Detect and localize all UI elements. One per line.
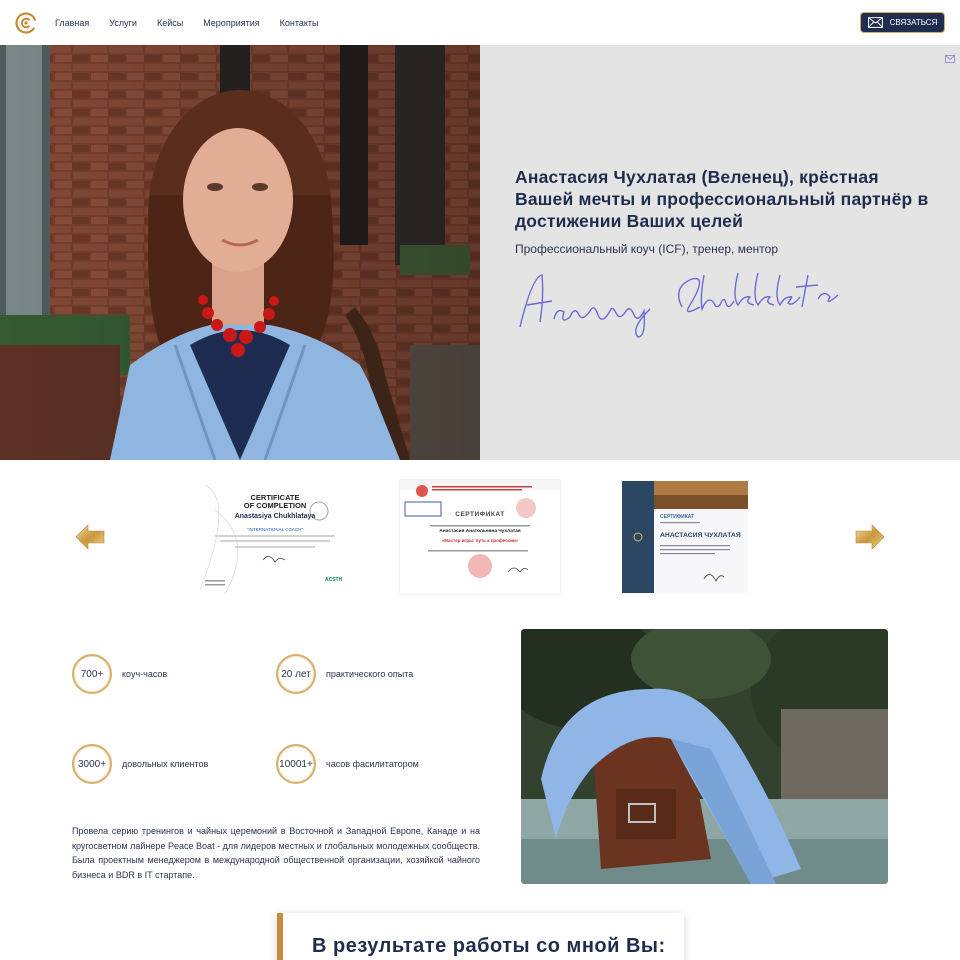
contact-button-label: СВЯЗАТЬСЯ (889, 18, 938, 27)
cert1-badge: ACSTH (325, 577, 343, 583)
hero-subtitle: Профессиональный коуч (ICF), тренер, мен… (515, 242, 778, 256)
mail-icon (867, 17, 883, 28)
nav-item-services[interactable]: Услуги (109, 18, 137, 28)
top-nav: Главная Услуги Кейсы Мероприятия Контакт… (0, 0, 960, 45)
cert1-program: "INTERNATIONAL COACH" (246, 527, 304, 532)
nav-item-home[interactable]: Главная (55, 18, 89, 28)
stat-facilitator-hours: 10001+ часов фасилитатором (276, 744, 419, 784)
stat-value: 10001+ (276, 744, 316, 784)
stat-label: довольных клиентов (122, 759, 209, 769)
certificate-icf[interactable]: CERTIFICATE OF COMPLETION Anastasiya Chu… (195, 480, 355, 594)
nav-item-contacts[interactable]: Контакты (280, 18, 319, 28)
cert2-name: Анастасия Анатольевна Чухлатая (439, 529, 521, 534)
stat-value: 700+ (72, 654, 112, 694)
stat-experience: 20 лет практического опыта (276, 654, 413, 694)
results-heading: В результате работы со мной Вы: (312, 935, 666, 957)
corner-mail-icon[interactable] (945, 54, 955, 64)
stat-clients: 3000+ довольных клиентов (72, 744, 208, 784)
stat-label: практического опыта (326, 669, 414, 679)
logo-icon[interactable] (14, 11, 38, 35)
cert1-heading2: OF COMPLETION (243, 501, 307, 510)
arrow-left-icon[interactable] (75, 524, 105, 550)
results-card: В результате работы со мной Вы: (277, 913, 684, 960)
cert1-name: Anastasiya Chukhlataya (234, 513, 316, 520)
stat-value: 20 лет (276, 654, 316, 694)
arrow-right-icon[interactable] (855, 524, 885, 550)
nav-item-cases[interactable]: Кейсы (157, 18, 183, 28)
stat-value: 3000+ (72, 744, 112, 784)
stat-label: часов фасилитатором (326, 759, 419, 769)
main-menu: Главная Услуги Кейсы Мероприятия Контакт… (55, 0, 319, 45)
contact-button[interactable]: СВЯЗАТЬСЯ (860, 12, 945, 33)
hero-text-panel: Анастасия Чухлатая (Веленец), крёстная В… (480, 45, 960, 460)
certificate-master-game[interactable]: СЕРТИФИКАТ Анастасия Анатольевна Чухлата… (400, 480, 560, 594)
jacket-bag-photo (521, 629, 888, 884)
cert2-program: «Мастер игры: путь к профессии» (441, 538, 519, 543)
cert3-heading: СЕРТИФИКАТ (660, 514, 695, 520)
about-paragraph: Провела серию тренингов и чайных церемон… (72, 826, 480, 881)
certificates-carousel: CERTIFICATE OF COMPLETION Anastasiya Chu… (0, 460, 960, 615)
certificate-career[interactable]: СЕРТИФИКАТ АНАСТАСИЯ ЧУХЛАТАЯ (622, 481, 748, 593)
stat-label: коуч-часов (122, 669, 168, 679)
nav-item-events[interactable]: Мероприятия (203, 18, 259, 28)
signature-image (519, 272, 839, 338)
stat-coach-hours: 700+ коуч-часов (72, 654, 167, 694)
hero-portrait-photo (0, 45, 480, 460)
hero-title: Анастасия Чухлатая (Веленец), крёстная В… (515, 167, 929, 231)
cert2-heading: СЕРТИФИКАТ (455, 511, 505, 518)
cert3-name: АНАСТАСИЯ ЧУХЛАТАЯ (660, 532, 741, 539)
